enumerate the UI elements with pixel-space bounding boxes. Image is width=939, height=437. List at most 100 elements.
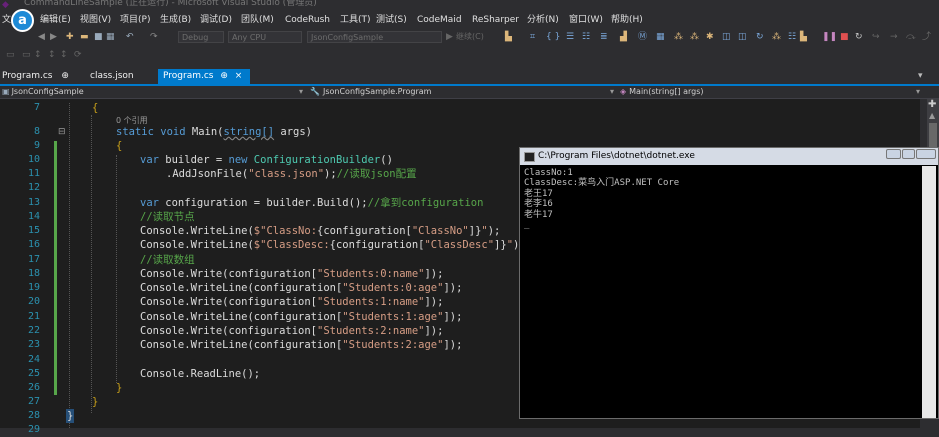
menu-debug[interactable]: 调试(D) xyxy=(200,14,232,26)
close-window-button[interactable] xyxy=(916,149,936,159)
restart-icon[interactable]: ↻ xyxy=(855,31,863,43)
code-token: Console.Write(configuration[ xyxy=(140,296,318,308)
tab-program-cs-active[interactable]: Program.cs ⊕ × xyxy=(158,69,250,84)
code-token: //读取节点 xyxy=(140,211,195,223)
minimize-button[interactable] xyxy=(886,149,901,159)
navigation-bar: ▣ JsonConfigSample ▾ 🔧 JsonConfigSample.Pr… xyxy=(0,86,939,99)
menu-edit[interactable]: 编辑(E) xyxy=(40,14,71,26)
menu-test[interactable]: 测试(S) xyxy=(376,14,407,26)
menu-project[interactable]: 项目(P) xyxy=(120,14,150,26)
collapse-icon[interactable]: ⊟ xyxy=(58,127,66,137)
code-token: ); xyxy=(324,168,337,180)
line-number: 21 xyxy=(27,311,40,322)
step-into-icon[interactable]: → xyxy=(890,31,898,43)
tab-overflow-icon[interactable]: ▾ xyxy=(918,69,923,84)
solution-platform-select[interactable]: Any CPU xyxy=(228,31,302,43)
continue-button[interactable]: 继续(C) xyxy=(456,31,484,43)
tab-class-json[interactable]: class.json xyxy=(90,69,150,84)
pause-icon[interactable]: ❚❚ xyxy=(822,31,837,43)
code-line-18: Console.Write(configuration["Students:0:… xyxy=(140,267,443,281)
console-window[interactable]: C:\Program Files\dotnet\dotnet.exe Class… xyxy=(519,147,939,419)
wand3-icon[interactable]: ⁂ xyxy=(772,31,781,43)
forward-icon[interactable]: ▶ xyxy=(50,31,57,43)
menu-help[interactable]: 帮助(H) xyxy=(611,14,643,26)
console-title: C:\Program Files\dotnet\dotnet.exe xyxy=(538,151,695,161)
pin-icon[interactable]: ⊕ xyxy=(61,71,69,81)
grid-icon[interactable]: ▦ xyxy=(656,31,665,43)
maximize-button[interactable] xyxy=(902,149,915,159)
tool-e-icon[interactable]: ↕ xyxy=(60,49,68,61)
bookmark-icon[interactable]: ▟ xyxy=(620,31,627,43)
star-icon[interactable]: ✱ xyxy=(706,31,714,43)
code-token: Console.WriteLine(configuration[ xyxy=(140,339,343,351)
align-icon[interactable]: ▙ xyxy=(800,31,807,43)
uncomment-icon[interactable]: ☷ xyxy=(582,31,590,43)
step-out-icon[interactable]: ⤴ xyxy=(922,31,931,43)
code-token: Console.WriteLine( xyxy=(140,225,254,237)
method-icon: ◈ xyxy=(620,87,627,96)
menu-team[interactable]: 团队(M) xyxy=(241,14,274,26)
tool-f-icon[interactable]: ⟳ xyxy=(74,49,82,61)
menu-view[interactable]: 视图(V) xyxy=(80,14,111,26)
hierarchy-icon[interactable]: ☷ xyxy=(788,31,796,43)
indent-guide xyxy=(91,115,92,413)
solution-platform-value: Any CPU xyxy=(232,33,267,42)
console-scrollbar[interactable] xyxy=(922,166,936,418)
braces-icon[interactable]: { } xyxy=(546,31,560,43)
continue-icon[interactable]: ▶ xyxy=(446,31,453,43)
code-token: var xyxy=(140,197,159,209)
solution-config-select[interactable]: Debug xyxy=(178,31,224,43)
menu-window[interactable]: 窗口(W) xyxy=(569,14,603,26)
undo-icon[interactable]: ↶ xyxy=(126,31,134,43)
solution-explorer-icon[interactable]: ▙ xyxy=(505,31,512,43)
tool-c-icon[interactable]: ↕ xyxy=(34,49,42,61)
wand-icon[interactable]: ⁂ xyxy=(674,31,683,43)
code-token: "ClassDesc" xyxy=(424,239,495,251)
wand2-icon[interactable]: ⁂ xyxy=(690,31,699,43)
stop-icon[interactable]: ■ xyxy=(840,31,849,43)
show-next-statement-icon[interactable]: ↪ xyxy=(872,31,880,43)
module-icon[interactable]: Ⓜ xyxy=(638,31,647,43)
window2-icon[interactable]: ◫ xyxy=(738,31,747,43)
code-line-28: } xyxy=(66,409,75,424)
refresh-icon[interactable]: ↻ xyxy=(756,31,764,43)
comment-icon[interactable]: ☰ xyxy=(566,31,574,43)
save-icon[interactable]: ■ xyxy=(94,31,103,43)
code-line-25: Console.ReadLine(); xyxy=(140,367,260,381)
refactor-icon[interactable]: ⌗ xyxy=(530,31,535,43)
code-token: {configuration[ xyxy=(329,239,425,251)
menu-coderush[interactable]: CodeRush xyxy=(285,14,330,26)
window-icon[interactable]: ◫ xyxy=(722,31,731,43)
line-number: 22 xyxy=(27,325,40,336)
format-icon[interactable]: ≣ xyxy=(600,31,608,43)
code-line-23: Console.WriteLine(configuration["Student… xyxy=(140,338,462,352)
split-icon[interactable]: ✚ xyxy=(928,99,936,110)
console-title-bar[interactable]: C:\Program Files\dotnet\dotnet.exe xyxy=(520,148,938,165)
save-all-icon[interactable]: ▦ xyxy=(106,31,115,43)
menu-analyze[interactable]: 分析(N) xyxy=(527,14,559,26)
code-token: new xyxy=(228,154,248,166)
scroll-up-icon[interactable]: ▲ xyxy=(929,111,935,120)
menu-build[interactable]: 生成(B) xyxy=(160,14,191,26)
project-dropdown[interactable]: ▣ JsonConfigSample xyxy=(2,86,302,97)
menu-codemaid[interactable]: CodeMaid xyxy=(417,14,462,26)
step-over-icon[interactable]: ⤼ xyxy=(906,31,916,43)
menu-tools[interactable]: 工具(T) xyxy=(340,14,371,26)
code-token: "ClassNo" xyxy=(411,225,469,237)
pin-icon[interactable]: ⊕ xyxy=(220,71,228,81)
menu-resharper[interactable]: ReSharper xyxy=(472,14,519,26)
tool-b-icon[interactable]: ▭ xyxy=(22,49,31,61)
tool-a-icon[interactable]: ▭ xyxy=(6,49,15,61)
startup-project-select[interactable]: JsonConfigSample xyxy=(307,31,442,43)
open-file-icon[interactable]: ▬ xyxy=(80,31,89,43)
tab-program-cs-pinned[interactable]: Program.cs ⊕ xyxy=(2,69,76,84)
redo-icon[interactable]: ↷ xyxy=(150,31,158,43)
close-icon[interactable]: × xyxy=(235,71,243,81)
tool-d-icon[interactable]: ↕ xyxy=(48,49,56,61)
member-dropdown[interactable]: ◈ Main(string[] args) xyxy=(620,86,920,97)
class-dropdown[interactable]: 🔧 JsonConfigSample.Program xyxy=(310,86,610,97)
csharp-project-icon: ▣ xyxy=(2,87,10,96)
code-line-27: } xyxy=(92,395,98,409)
back-icon[interactable]: ◀ xyxy=(38,31,45,43)
new-project-icon[interactable]: ✚ xyxy=(66,31,74,43)
